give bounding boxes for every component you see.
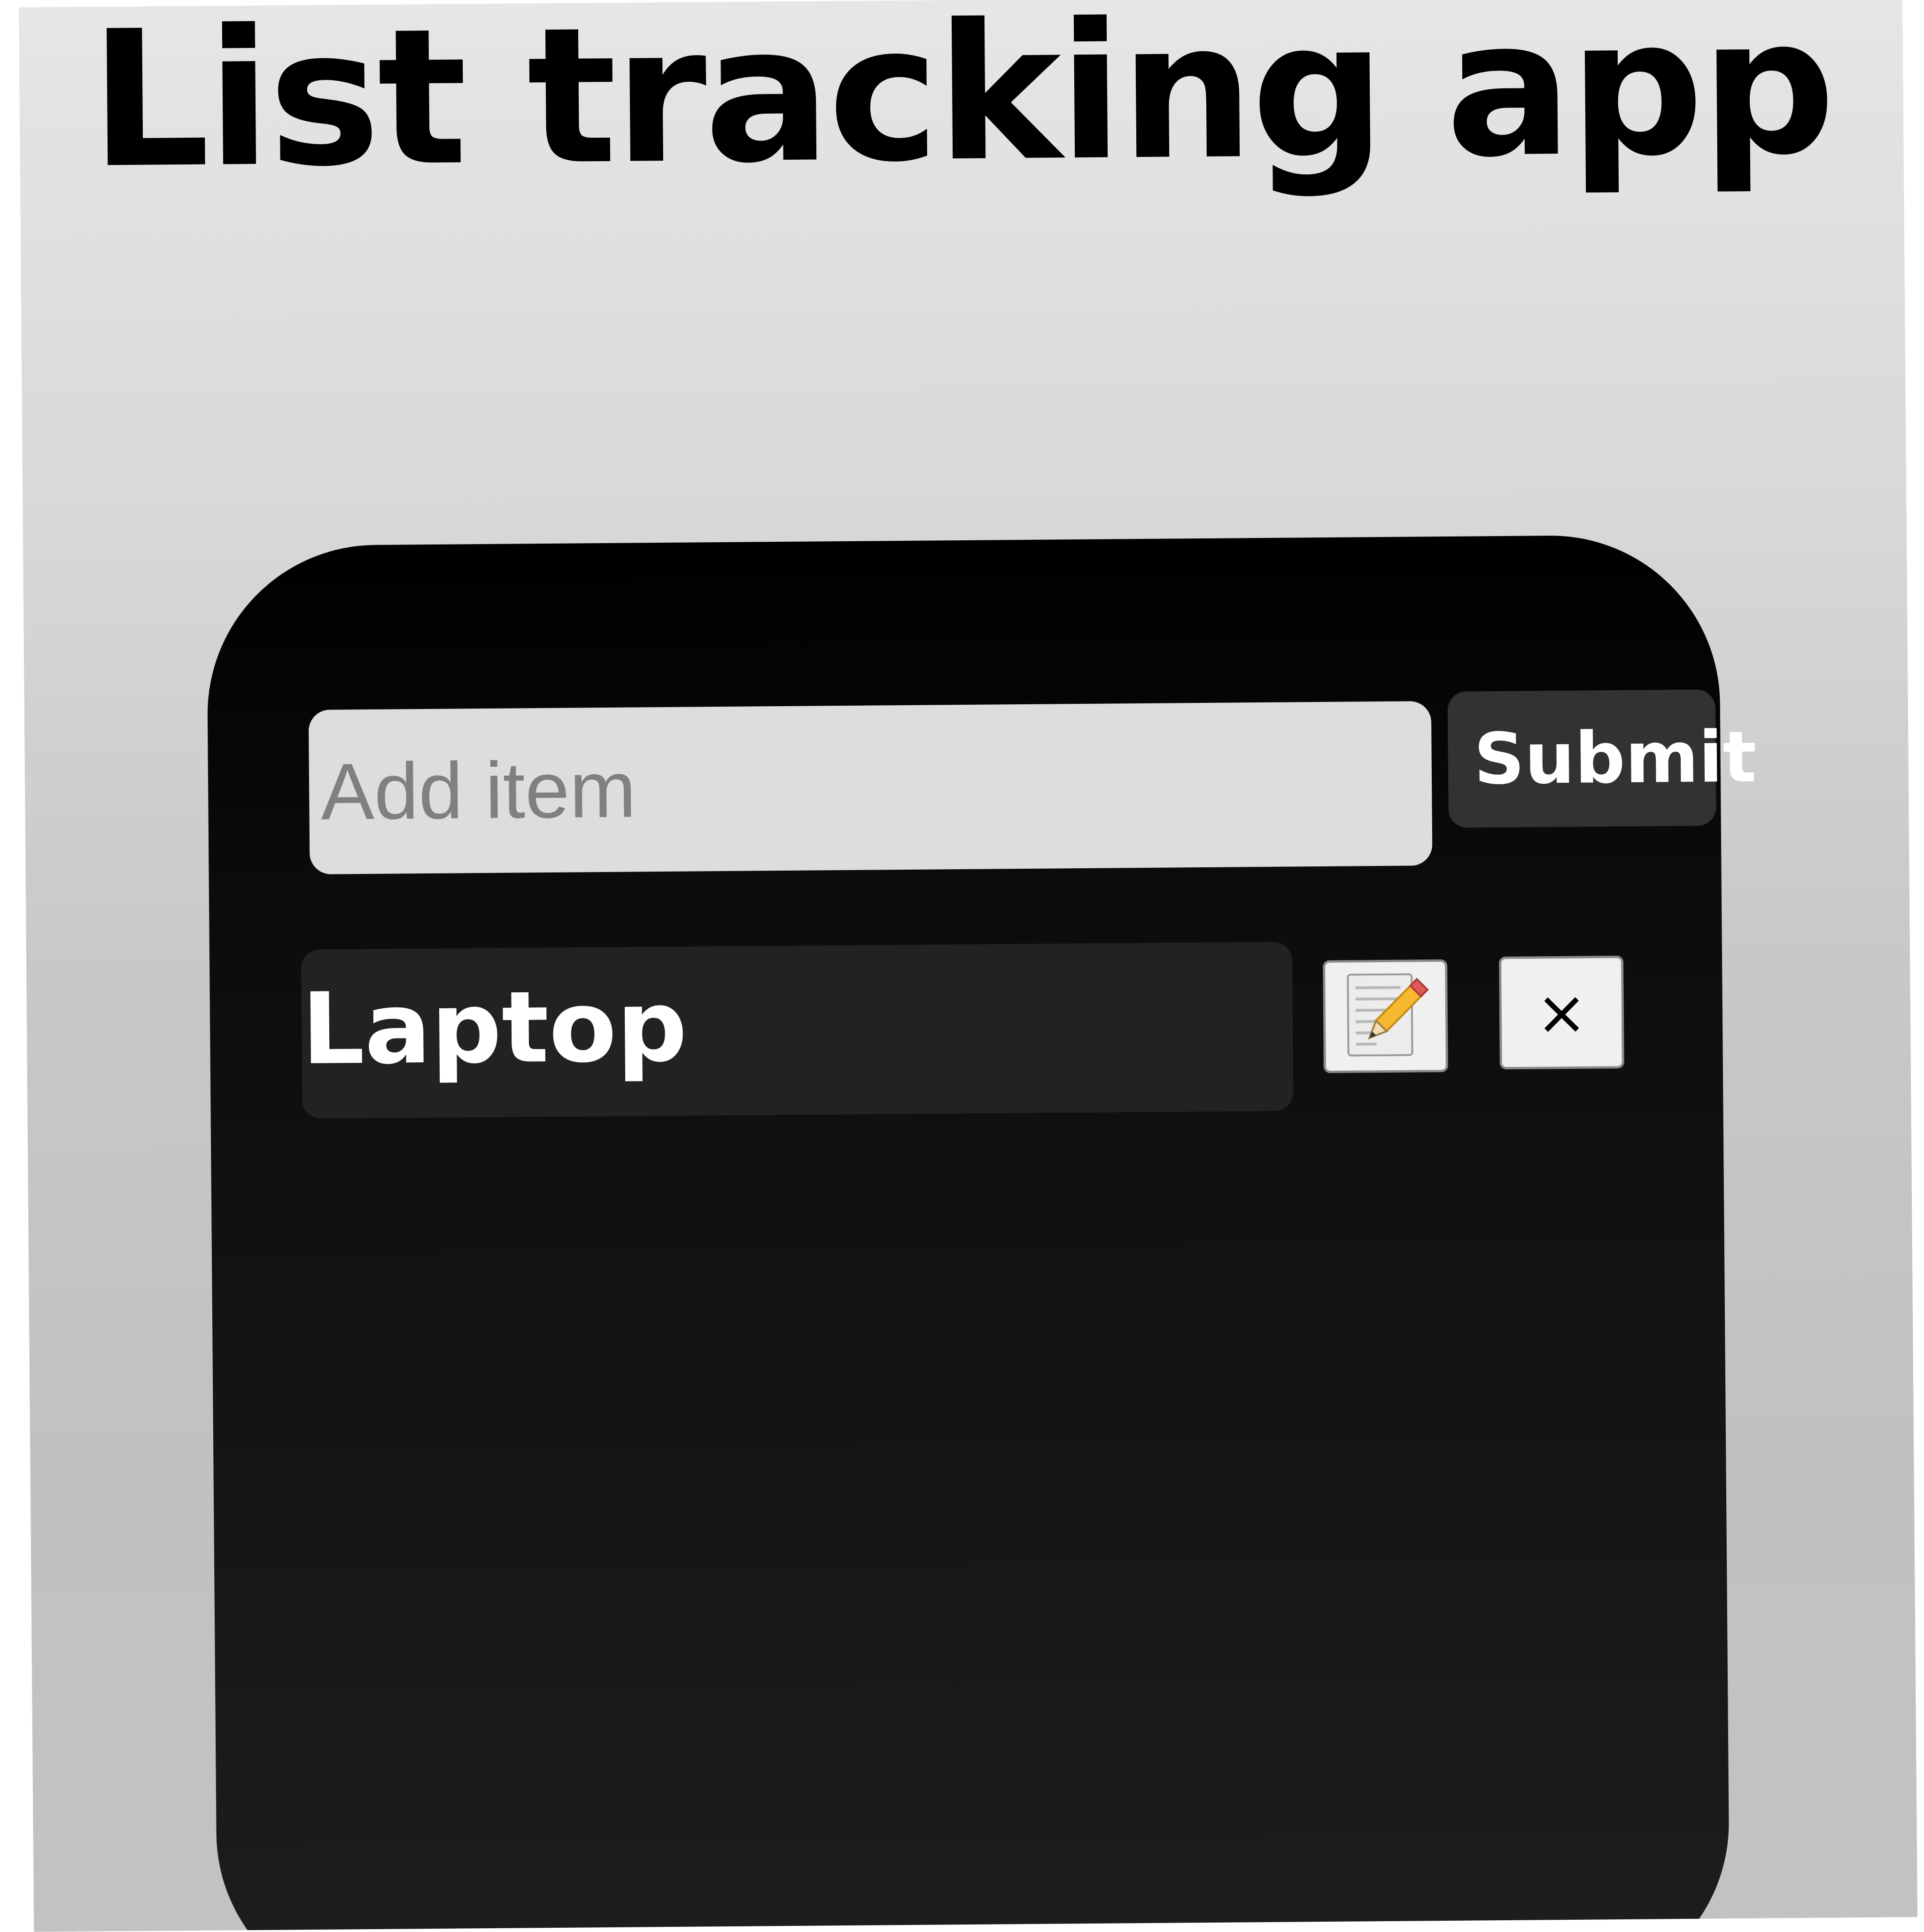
page-title: List tracking app: [19, 0, 1904, 195]
add-item-input[interactable]: [309, 701, 1433, 874]
close-icon: ×: [1536, 982, 1587, 1044]
submit-button[interactable]: Submit: [1448, 689, 1716, 827]
edit-item-button[interactable]: [1323, 959, 1448, 1073]
list-item-label: Laptop: [301, 968, 688, 1088]
list-item: Laptop: [301, 942, 1294, 1119]
app-page: List tracking app Submit Laptop: [19, 0, 1917, 1932]
delete-item-button[interactable]: ×: [1499, 956, 1624, 1069]
list-card: Submit Laptop: [206, 534, 1730, 1932]
pencil-notepad-icon: [1338, 968, 1433, 1065]
